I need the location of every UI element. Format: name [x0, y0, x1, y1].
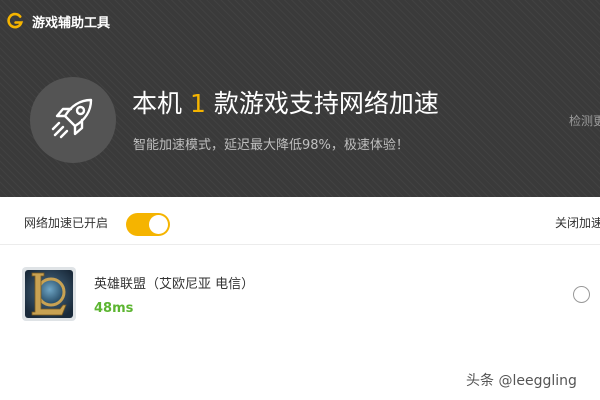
acceleration-status-label: 网络加速已开启: [24, 216, 109, 230]
hero-subtitle: 智能加速模式，延迟最大降低98%，极速体验！: [133, 138, 409, 153]
rocket-icon: [44, 89, 102, 151]
close-acceleration-link[interactable]: 关闭加速: [555, 214, 600, 231]
acceleration-toggle[interactable]: [126, 213, 170, 236]
hero-title-prefix: 本机: [132, 89, 183, 118]
rocket-badge: [30, 77, 116, 163]
g-logo-icon: [6, 12, 24, 30]
hero-title-suffix: 款游戏支持网络加速: [213, 89, 439, 118]
toggle-knob: [149, 215, 168, 234]
game-ping: 48ms: [94, 301, 134, 316]
accelerator-header: 游戏辅助工具 本机 1 款游戏支持网络加速 智能加速模式，延迟最大降低98%，极速体…: [0, 0, 600, 197]
source-watermark: 头条 @leeggling: [466, 373, 577, 389]
hero-title: 本机 1 款游戏支持网络加速: [132, 86, 439, 122]
app-title-bar: 游戏辅助工具: [6, 9, 110, 33]
detect-link[interactable]: 检测更: [569, 112, 600, 129]
supported-game-count: 1: [190, 89, 206, 118]
app-title: 游戏辅助工具: [32, 15, 111, 31]
league-of-legends-icon: [22, 267, 76, 321]
game-select-radio[interactable]: [573, 286, 590, 303]
game-name: 英雄联盟（艾欧尼亚 电信）: [94, 277, 255, 292]
game-list-item[interactable]: 英雄联盟（艾欧尼亚 电信） 48ms: [0, 246, 600, 326]
acceleration-status-bar: 网络加速已开启 关闭加速: [0, 197, 600, 245]
